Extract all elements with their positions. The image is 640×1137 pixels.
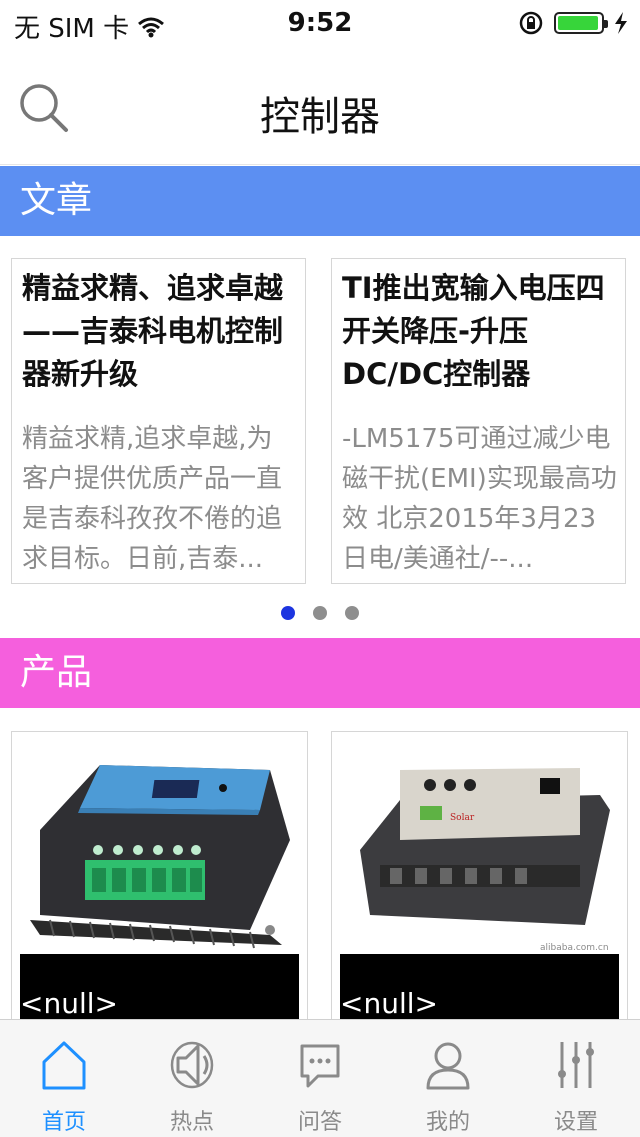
status-bar: 无 SIM 卡 9:52 (0, 0, 640, 48)
products-section-header: 产品 (0, 638, 640, 708)
sliders-icon (558, 1042, 594, 1088)
article-summary: 精益求精,追求卓越,为客户提供优质产品一直是吉泰科孜孜不倦的追求目标。日前,吉泰… (22, 424, 283, 574)
tab-bar: 首页 热点 问答 我的 设置 (0, 1019, 640, 1137)
person-icon (426, 1042, 470, 1090)
product-card[interactable]: <null> (11, 731, 308, 1031)
article-summary: -LM5175可通过减少电磁干扰(EMI)实现最高功效 北京2015年3月23日… (342, 424, 617, 574)
tab-mine[interactable]: 我的 (384, 1020, 512, 1137)
tab-label: 设置 (553, 1110, 598, 1135)
tab-label: 问答 (297, 1110, 342, 1135)
article-title: TI推出宽输入电压四开关降压-升压DC/DC控制器 (342, 271, 605, 391)
article-card[interactable]: 精益求精、追求卓越——吉泰科电机控制器新升级 精益求精,追求卓越,为客户提供优质… (11, 258, 306, 584)
articles-section-header: 文章 (0, 166, 640, 236)
page-indicator[interactable] (0, 606, 640, 620)
battery-icon (554, 12, 608, 34)
speaker-icon (170, 1041, 214, 1089)
tab-label: 我的 (425, 1110, 470, 1135)
navigation-bar: 控制器 (0, 48, 640, 165)
product-image-solar-controller: Solar alibaba.com.cn (340, 740, 619, 954)
tab-home[interactable]: 首页 (0, 1020, 128, 1137)
svg-text:Solar: Solar (450, 813, 475, 823)
page-dot[interactable] (313, 606, 327, 620)
product-image-controller (20, 740, 299, 954)
tab-qa[interactable]: 问答 (256, 1020, 384, 1137)
article-title: 精益求精、追求卓越——吉泰科电机控制器新升级 (22, 271, 284, 391)
product-card[interactable]: Solar alibaba.com.cn <null> (331, 731, 628, 1031)
home-icon (42, 1041, 86, 1090)
page-title: 控制器 (260, 94, 380, 140)
tab-hot[interactable]: 热点 (128, 1020, 256, 1137)
rotation-lock-icon (519, 11, 543, 35)
charging-icon (615, 12, 627, 34)
tab-settings[interactable]: 设置 (512, 1020, 640, 1137)
page-dot[interactable] (345, 606, 359, 620)
chat-icon (300, 1044, 340, 1088)
article-card[interactable]: TI推出宽输入电压四开关降压-升压DC/DC控制器 -LM5175可通过减少电磁… (331, 258, 626, 584)
svg-text:alibaba.com.cn: alibaba.com.cn (540, 943, 609, 953)
tab-label: 首页 (41, 1110, 86, 1135)
page-dot-active[interactable] (281, 606, 295, 620)
tab-label: 热点 (169, 1110, 214, 1135)
status-indicators (518, 10, 628, 36)
